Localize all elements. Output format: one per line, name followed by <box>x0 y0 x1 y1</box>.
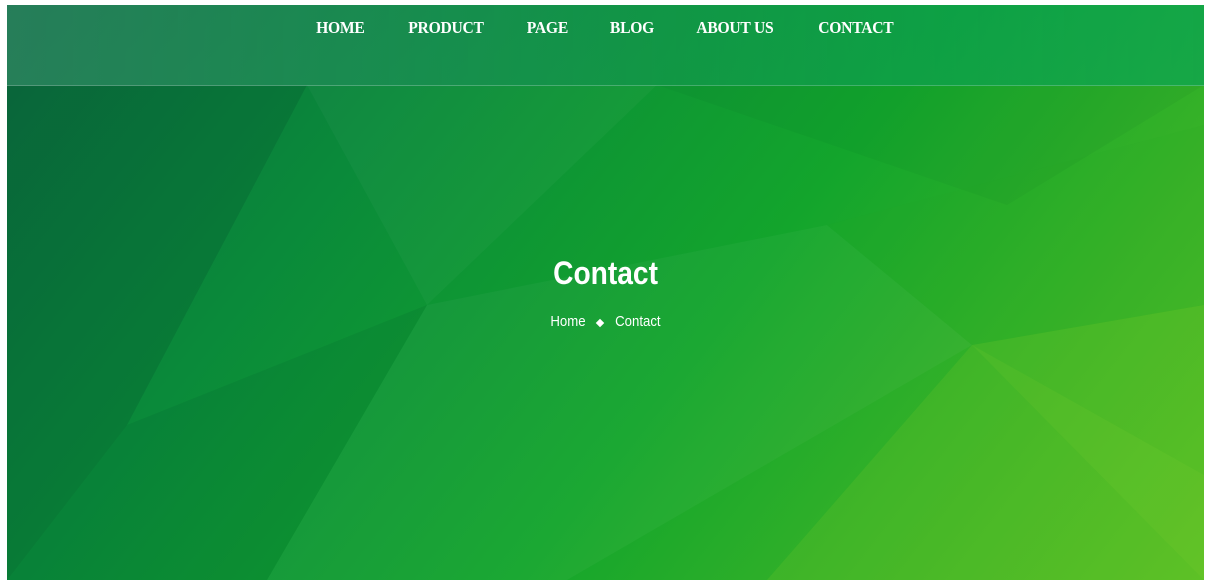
top-navigation-bar: HOME PRODUCT PAGE BLOG ABOUT US CONTACT <box>7 5 1204 86</box>
nav-item-home[interactable]: HOME <box>299 17 382 39</box>
nav-item-product[interactable]: PRODUCT <box>391 17 501 39</box>
nav-item-page[interactable]: PAGE <box>509 17 585 39</box>
nav-item-blog[interactable]: BLOG <box>592 17 671 39</box>
breadcrumb-home-link[interactable]: Home <box>550 313 585 330</box>
main-nav: HOME PRODUCT PAGE BLOG ABOUT US CONTACT <box>7 17 1204 39</box>
breadcrumb-current: Contact <box>614 313 661 330</box>
nav-item-contact[interactable]: CONTACT <box>801 17 911 39</box>
page-frame: HOME PRODUCT PAGE BLOG ABOUT US CONTACT … <box>7 5 1204 580</box>
hero-banner: Contact Home Contact <box>7 253 1204 330</box>
nav-item-about-us[interactable]: ABOUT US <box>679 17 791 39</box>
page-title: Contact <box>553 255 658 291</box>
diamond-icon <box>595 318 604 328</box>
breadcrumb: Home Contact <box>7 313 1204 330</box>
